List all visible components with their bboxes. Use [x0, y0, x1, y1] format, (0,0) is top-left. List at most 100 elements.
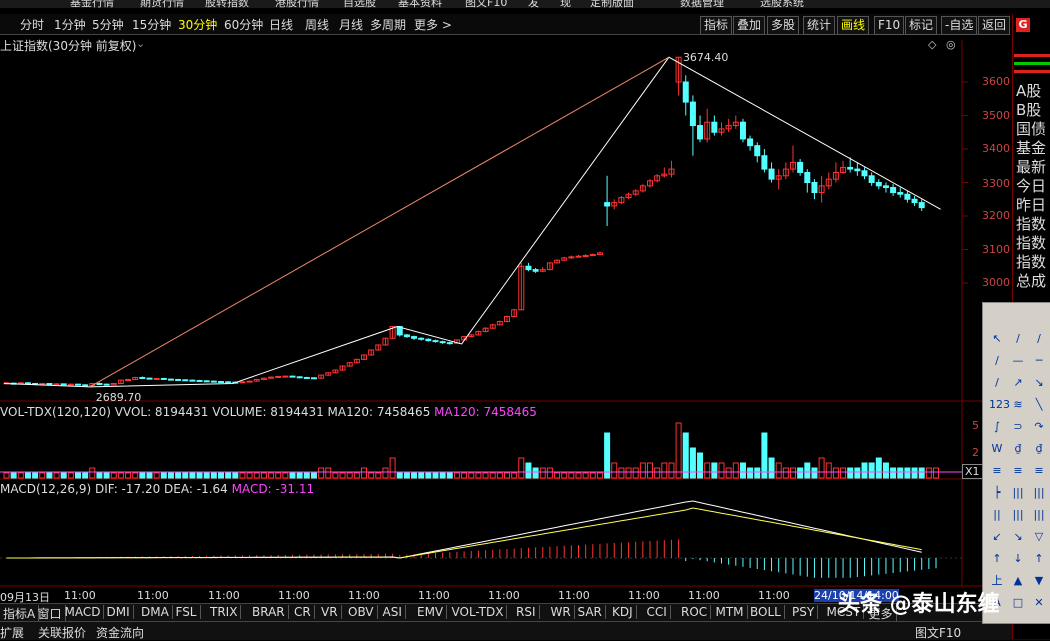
draw-tool-icon[interactable]: ↘: [1010, 529, 1026, 545]
indicator-tab-13[interactable]: VOL-TDX: [449, 605, 508, 619]
draw-tool-icon[interactable]: ↖: [989, 331, 1005, 347]
volume-bar: [704, 462, 711, 479]
volume-bar: [754, 467, 761, 479]
price-tick-0: 3600: [982, 75, 1010, 88]
draw-tool-icon[interactable]: ─: [1031, 353, 1047, 369]
volume-bar: [689, 447, 696, 479]
indicator-tab-5[interactable]: FSL: [173, 605, 201, 619]
indicator-tab-7[interactable]: BRAR: [249, 605, 289, 619]
indicator-tab-21[interactable]: BOLL: [747, 605, 785, 619]
indicator-tab-6[interactable]: TRIX: [207, 605, 242, 619]
volume-bar: [189, 472, 196, 479]
side-item-7[interactable]: 指数: [1016, 213, 1046, 234]
indicator-tab-10[interactable]: OBV: [345, 605, 378, 619]
draw-tool-icon[interactable]: |||: [1031, 485, 1047, 501]
draw-tool-icon[interactable]: ≡: [1031, 463, 1047, 479]
volume-bar: [318, 467, 325, 479]
draw-tool-icon[interactable]: —: [1010, 353, 1026, 369]
tab-fund-flow[interactable]: 资金流向: [96, 624, 144, 641]
draw-tool-icon[interactable]: ▲: [1010, 573, 1026, 589]
draw-tool-icon[interactable]: |||: [1031, 507, 1047, 523]
draw-tool-icon[interactable]: ⊃: [1010, 419, 1026, 435]
tab-f10[interactable]: 图文F10: [915, 624, 961, 641]
time-label-9: 11:00: [628, 589, 660, 602]
indicator-tab-8[interactable]: CR: [291, 605, 315, 619]
volume-bar: [933, 467, 939, 479]
indicator-tab-19[interactable]: ROC: [678, 605, 712, 619]
volume-bar: [925, 467, 932, 479]
volume-bar: [139, 472, 146, 479]
draw-tool-icon[interactable]: /: [1010, 331, 1026, 347]
drawing-toolbox: ↖ / ∕ ∕ — ─ / ↗ ↘ 123 ≋ ╲ ∫ ⊃ ↷ W ₫ ₫ ≡ ≡ ≡ ┝ ||| ||| || ||| ||| ↙ ↘…: [982, 302, 1050, 624]
draw-tool-icon[interactable]: ↗: [1010, 375, 1026, 391]
draw-tool-icon[interactable]: ╲: [1031, 397, 1047, 413]
draw-tool-icon[interactable]: ∕: [1031, 331, 1047, 347]
draw-tool-icon[interactable]: |||: [1010, 485, 1026, 501]
draw-tool-icon[interactable]: 123: [989, 397, 1010, 413]
draw-tool-icon[interactable]: ▽: [1031, 529, 1047, 545]
draw-tool-icon[interactable]: W: [989, 441, 1005, 457]
side-item-1[interactable]: B股: [1016, 99, 1041, 120]
draw-tool-icon[interactable]: ┝: [989, 485, 1005, 501]
draw-tool-icon[interactable]: /: [989, 375, 1005, 391]
side-item-6[interactable]: 昨日: [1016, 194, 1046, 215]
indicator-tab-20[interactable]: MTM: [713, 605, 748, 619]
draw-tool-icon[interactable]: ▼: [1031, 573, 1047, 589]
draw-tool-icon[interactable]: ₫: [1010, 441, 1026, 457]
volume-bar: [282, 472, 289, 479]
draw-tool-icon[interactable]: ↷: [1031, 419, 1047, 435]
side-item-4[interactable]: 最新: [1016, 156, 1046, 177]
draw-tool-icon[interactable]: |||: [1010, 507, 1026, 523]
volume-bar: [296, 472, 303, 479]
draw-tool-icon[interactable]: □: [1010, 595, 1026, 611]
side-item-10[interactable]: 总成: [1016, 270, 1046, 291]
draw-tool-icon[interactable]: ↙: [989, 529, 1005, 545]
volume-bar: [289, 472, 296, 479]
draw-tool-icon[interactable]: ||: [989, 507, 1005, 523]
side-item-9[interactable]: 指数: [1016, 251, 1046, 272]
volume-bar: [446, 472, 453, 479]
side-item-5[interactable]: 今日: [1016, 175, 1046, 196]
side-g-icon[interactable]: G: [1016, 18, 1030, 32]
volume-bar: [246, 472, 253, 479]
indicator-tab-9[interactable]: VR: [318, 605, 342, 619]
candle-body: [432, 340, 439, 343]
draw-tool-icon[interactable]: ∕: [989, 353, 1005, 369]
indicator-tab-2[interactable]: MACD: [62, 605, 105, 619]
draw-tool-icon[interactable]: ↑: [1031, 551, 1047, 567]
kline-chart[interactable]: 3674.40 2689.70: [0, 0, 1012, 603]
draw-tool-icon[interactable]: ≋: [1010, 397, 1026, 413]
indicator-tab-15[interactable]: WR: [548, 605, 575, 619]
volume-bar: [346, 472, 353, 479]
vol-tick-1: 2: [972, 446, 979, 459]
indicator-tab-17[interactable]: KDJ: [609, 605, 637, 619]
draw-tool-icon[interactable]: ∫: [989, 419, 1005, 435]
indicator-tab-0[interactable]: 指标A: [0, 605, 40, 622]
indicator-tab-11[interactable]: ASI: [380, 605, 406, 619]
side-item-3[interactable]: 基金: [1016, 137, 1046, 158]
indicator-tab-12[interactable]: EMV: [414, 605, 448, 619]
draw-tool-icon[interactable]: ↓: [1010, 551, 1026, 567]
indicator-tab-22[interactable]: PSY: [789, 605, 819, 619]
draw-tool-icon[interactable]: ↑: [989, 551, 1005, 567]
draw-tool-icon[interactable]: ↘: [1031, 375, 1047, 391]
draw-tool-icon[interactable]: ✕: [1031, 595, 1047, 611]
candle-body: [768, 168, 775, 180]
tab-expand[interactable]: 扩展: [0, 624, 24, 641]
draw-tool-icon[interactable]: ₫: [1031, 441, 1047, 457]
draw-tool-icon[interactable]: ≡: [989, 463, 1005, 479]
indicator-tab-18[interactable]: CCI: [644, 605, 671, 619]
indicator-tab-3[interactable]: DMI: [104, 605, 134, 619]
volume-bar: [275, 472, 282, 479]
trend-line: [89, 56, 670, 388]
candle-body: [682, 81, 689, 103]
draw-tool-icon[interactable]: ≡: [1010, 463, 1026, 479]
indicator-tab-4[interactable]: DMA: [138, 605, 173, 619]
indicator-tab-16[interactable]: SAR: [575, 605, 606, 619]
side-item-8[interactable]: 指数: [1016, 232, 1046, 253]
candle-body: [218, 380, 224, 383]
tab-related-quote[interactable]: 关联报价: [38, 624, 86, 641]
side-item-2[interactable]: 国债: [1016, 118, 1046, 139]
indicator-tab-14[interactable]: RSI: [513, 605, 540, 619]
side-item-0[interactable]: A股: [1016, 80, 1041, 101]
